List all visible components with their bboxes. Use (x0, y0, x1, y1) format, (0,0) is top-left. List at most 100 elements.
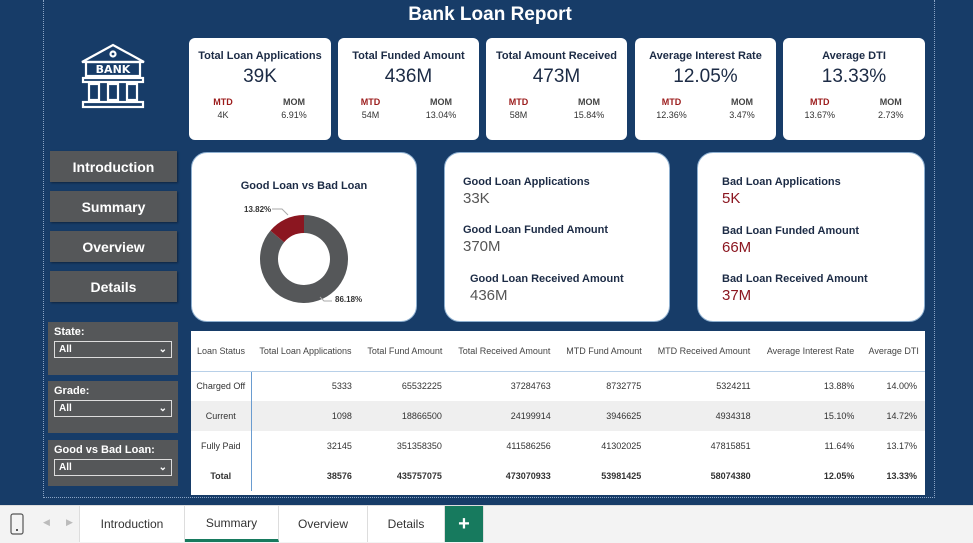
mom-label: MOM (879, 97, 902, 107)
column-header[interactable]: Total Loan Applications (251, 331, 360, 372)
table-cell: 1098 (251, 401, 360, 431)
mom-value: 3.47% (729, 110, 755, 120)
kpi-title: Average Interest Rate (649, 50, 762, 62)
table-row: Fully Paid 32145 351358350 411586256 4130202… (191, 431, 925, 461)
bad-apps-label: Bad Loan Applications (722, 176, 841, 188)
table-cell: 411586256 (506, 441, 551, 451)
page-tab-bar: ◀ ▶ Introduction Summary Overview Detail… (0, 505, 973, 543)
table-cell: 5324211 (716, 381, 751, 392)
nav-overview-button[interactable]: Overview (50, 231, 177, 262)
nav-summary-button[interactable]: Summary (50, 191, 177, 222)
table-cell: Charged Off (191, 371, 252, 401)
mtd-label: MTD (810, 97, 830, 107)
table-cell: 65532225 (401, 381, 442, 392)
kpi-card: Total Loan Applications 39K MTD 4K MOM 6.9… (189, 38, 331, 140)
table-cell: Total (191, 461, 252, 491)
mtd-value: 4K (217, 110, 229, 120)
kpi-title: Total Amount Received (495, 50, 618, 62)
table-cell: 13.17% (886, 441, 917, 451)
tab-summary[interactable]: Summary (185, 506, 279, 542)
mtd-label: MTD (213, 97, 233, 107)
table-row: Current 1098 18866500 24199914 3946625 493431… (191, 401, 925, 431)
state-filter: State: All ⌄ (48, 322, 178, 375)
column-header[interactable]: Loan Status (191, 331, 251, 372)
bad-loan-panel: Bad Loan Applications 5K Bad Loan Funded… (697, 152, 925, 322)
table-cell: 13.33% (886, 471, 917, 481)
table-cell: 24199914 (449, 401, 559, 431)
mtd-label: MTD (508, 97, 529, 107)
donut-panel: Good Loan vs Bad Loan 13.82% 86.18% (191, 152, 417, 322)
mom-value: 15.84% (573, 110, 605, 120)
mtd-label: MTD (661, 97, 682, 107)
nav-details-button[interactable]: Details (50, 271, 177, 302)
column-header[interactable]: Total Fund Amount (359, 331, 450, 372)
table-cell: 3946625 (558, 401, 650, 431)
table-cell: 32145 (326, 441, 352, 451)
kpi-card: Total Amount Received 473M MTD 58M MOM 15.… (486, 38, 627, 140)
bad-received-label: Bad Loan Received Amount (722, 273, 868, 285)
table-cell: 473070933 (505, 471, 551, 481)
table-cell: 38576 (326, 471, 352, 481)
kpi-title: Total Loan Applications (198, 50, 322, 62)
table-cell: 12.05% (823, 471, 855, 481)
kpi-value: 473M (532, 66, 581, 87)
report-title: Bank Loan Report (408, 4, 572, 25)
grade-filter-label: Grade: (54, 385, 90, 397)
bad-pct-label: 13.82% (244, 205, 271, 214)
kpi-value: 39K (243, 66, 277, 87)
column-header[interactable]: MTD Received Amount (649, 331, 759, 372)
tab-overview[interactable]: Overview (279, 506, 368, 542)
add-page-button[interactable]: + (445, 506, 484, 542)
table-cell: 13.88% (823, 381, 855, 392)
column-header[interactable]: Total Received Amount (449, 331, 559, 372)
table-cell: Current (191, 401, 252, 431)
tab-details[interactable]: Details (368, 506, 445, 542)
chevron-down-icon: ⌄ (158, 462, 167, 473)
good-apps-label: Good Loan Applications (463, 176, 590, 188)
good-apps-value: 33K (463, 190, 490, 207)
state-filter-label: State: (54, 326, 85, 338)
mom-value: 13.04% (425, 110, 457, 120)
good-bad-filter: Good vs Bad Loan: All ⌄ (48, 440, 178, 486)
good-received-label: Good Loan Received Amount (470, 273, 624, 285)
table-cell: 47815851 (710, 441, 751, 451)
bad-leader-line (272, 208, 289, 216)
mom-label: MOM (429, 97, 452, 107)
table-cell: 15.10% (758, 401, 863, 431)
next-page-icon[interactable]: ▶ (66, 517, 73, 528)
kpi-title: Total Funded Amount (352, 50, 465, 62)
tab-introduction[interactable]: Introduction (79, 506, 185, 542)
report-canvas: Bank Loan Report BANK Introduction Summa… (0, 0, 973, 505)
mtd-label: MTD (360, 97, 381, 107)
good-received-value: 436M (470, 287, 508, 304)
table-cell: 5333 (331, 381, 352, 392)
table-cell: 37284763 (510, 381, 551, 392)
kpi-title: Average DTI (822, 50, 886, 62)
state-dropdown[interactable]: All ⌄ (54, 341, 172, 358)
table-cell: Fully Paid (191, 431, 252, 461)
kpi-card: Total Funded Amount 436M MTD 54M MOM 13.04… (338, 38, 479, 140)
table-cell: 14.72% (862, 401, 925, 431)
mtd-value: 13.67% (804, 110, 836, 120)
table-cell: 11.64% (824, 441, 855, 451)
nav-introduction-button[interactable]: Introduction (50, 151, 177, 182)
bad-received-value: 37M (722, 287, 752, 304)
mobile-layout-icon[interactable] (10, 513, 24, 535)
table-cell: 41302025 (601, 441, 642, 451)
good-funded-label: Good Loan Funded Amount (463, 224, 609, 236)
good-bad-dropdown[interactable]: All ⌄ (54, 459, 172, 476)
mom-value: 6.91% (281, 110, 307, 120)
kpi-value: 436M (384, 66, 433, 87)
kpi-card: Average DTI 13.33% MTD 13.67% MOM 2.73% (783, 38, 925, 140)
grade-dropdown[interactable]: All ⌄ (54, 400, 172, 417)
grade-filter: Grade: All ⌄ (48, 381, 178, 433)
good-pct-label: 86.18% (335, 295, 362, 304)
mom-label: MOM (282, 97, 305, 107)
column-header[interactable]: Average Interest Rate (758, 331, 863, 372)
loan-status-table: Loan Status Total Loan Applications Total … (191, 331, 925, 495)
column-header[interactable]: MTD Fund Amount (558, 331, 650, 372)
mom-label: MOM (577, 97, 600, 107)
column-header[interactable]: Average DTI (862, 331, 925, 372)
prev-page-icon[interactable]: ◀ (43, 517, 50, 528)
good-bad-filter-label: Good vs Bad Loan: (54, 444, 155, 456)
